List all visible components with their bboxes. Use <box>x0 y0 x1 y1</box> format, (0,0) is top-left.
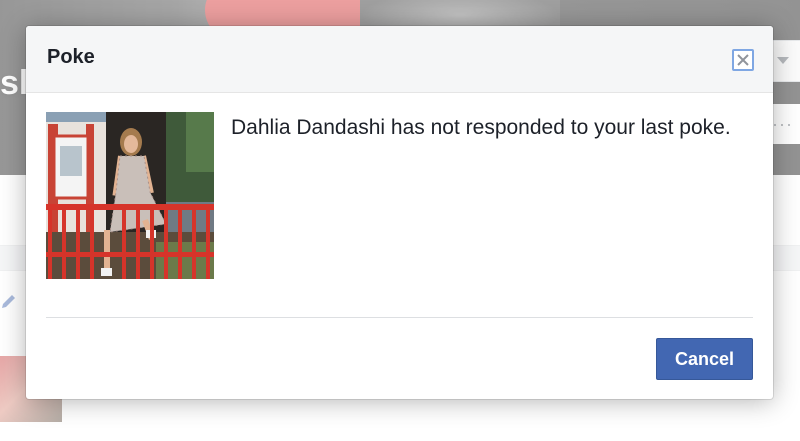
dialog-footer: Cancel <box>26 318 773 399</box>
poke-dialog: Poke Dahlia Dandashi has not responded t… <box>26 26 773 399</box>
profile-photo-image <box>46 112 214 279</box>
poke-message: Dahlia Dandashi has not responded to you… <box>231 116 731 139</box>
dialog-body: Dahlia Dandashi has not responded to you… <box>26 93 773 318</box>
close-button[interactable] <box>732 49 754 71</box>
close-icon <box>737 54 749 66</box>
dialog-header: Poke <box>26 26 773 93</box>
cancel-button[interactable]: Cancel <box>656 338 753 380</box>
dialog-title: Poke <box>47 46 95 68</box>
profile-photo[interactable] <box>46 112 214 279</box>
